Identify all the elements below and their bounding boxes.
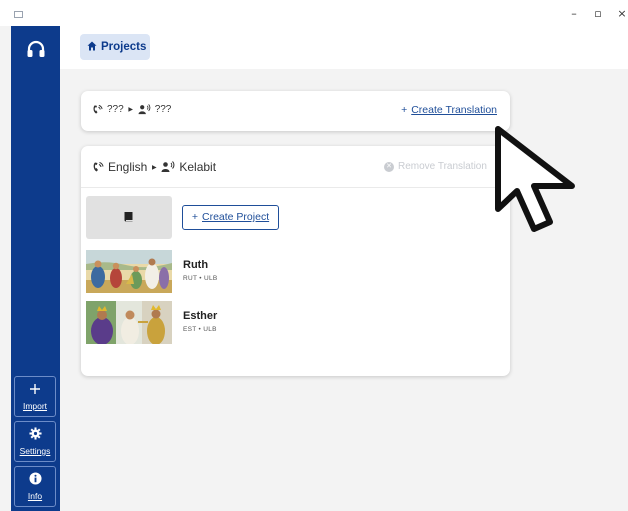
plus-icon: [15, 381, 55, 401]
ruth-illustration: [86, 250, 172, 293]
info-button[interactable]: Info: [14, 466, 56, 507]
create-project-label: Create Project: [202, 211, 270, 223]
target-language-icon: [161, 161, 175, 172]
book-title: Ruth: [183, 259, 209, 271]
home-icon: [87, 41, 97, 51]
maximize-button[interactable]: ▫: [586, 6, 610, 22]
book-resource: ULB: [203, 275, 218, 282]
projects-breadcrumb[interactable]: Projects: [80, 34, 150, 60]
sidebar: Import Settings Info: [11, 26, 60, 511]
create-translation-label: Create Translation: [411, 104, 497, 116]
new-project-placeholder: [86, 196, 172, 239]
source-language-icon: [93, 162, 104, 172]
import-label: Import: [22, 401, 48, 411]
separator: •: [198, 326, 202, 333]
settings-button[interactable]: Settings: [14, 421, 56, 462]
book-title: Esther: [183, 310, 218, 322]
gear-icon: [15, 426, 55, 446]
separator: •: [199, 275, 202, 282]
book-meta: EST • ULB: [183, 326, 217, 333]
header: Projects: [60, 26, 628, 69]
title-bar: – ▫ ×: [0, 0, 628, 26]
plus-icon: +: [401, 104, 408, 116]
mouse-pointer-icon: [495, 126, 575, 232]
book-meta: RUT • ULB: [183, 275, 218, 282]
esther-illustration: [86, 301, 172, 344]
source-language-icon: [93, 104, 103, 114]
settings-label: Settings: [19, 446, 51, 456]
arrow-right-icon: ▶: [128, 107, 133, 113]
new-translation-card: ??? ▶ ??? + Create Translation: [81, 91, 510, 131]
source-language: English: [108, 160, 148, 174]
book-item-esther[interactable]: Esther EST • ULB: [86, 301, 286, 344]
app-window: – ▫ × Import Settings Info Projects ??? …: [0, 0, 628, 511]
minimize-button[interactable]: –: [562, 6, 586, 22]
book-item-ruth[interactable]: Ruth RUT • ULB: [86, 250, 286, 293]
app-icon: [14, 11, 23, 18]
language-pair: English ▶ Kelabit: [92, 160, 216, 174]
language-pair: ??? ▶ ???: [92, 104, 171, 115]
remove-translation-label: Remove Translation: [398, 161, 487, 172]
book-icon: [124, 212, 133, 222]
close-button[interactable]: ×: [610, 6, 628, 22]
create-project-button[interactable]: + Create Project: [182, 205, 279, 230]
source-language: ???: [107, 104, 124, 115]
info-label: Info: [27, 491, 43, 501]
book-code: EST: [183, 326, 197, 333]
book-code: RUT: [183, 275, 198, 282]
projects-label: Projects: [101, 41, 147, 53]
arrow-right-icon: ▶: [152, 164, 157, 171]
info-icon: [15, 471, 55, 491]
target-language: ???: [154, 104, 172, 115]
import-button[interactable]: Import: [14, 376, 56, 417]
remove-translation-button[interactable]: ✕ Remove Translation: [384, 161, 487, 172]
headphones-icon[interactable]: [25, 38, 47, 60]
target-language: Kelabit: [179, 160, 217, 174]
close-circle-icon: ✕: [384, 161, 394, 172]
translation-card: English ▶ Kelabit ✕ Remove Translation +…: [81, 146, 510, 376]
book-resource: ULB: [203, 326, 217, 333]
create-translation-button[interactable]: + Create Translation: [401, 104, 497, 116]
target-language-icon: [138, 104, 151, 115]
divider: [81, 187, 510, 188]
plus-icon: +: [191, 211, 198, 223]
